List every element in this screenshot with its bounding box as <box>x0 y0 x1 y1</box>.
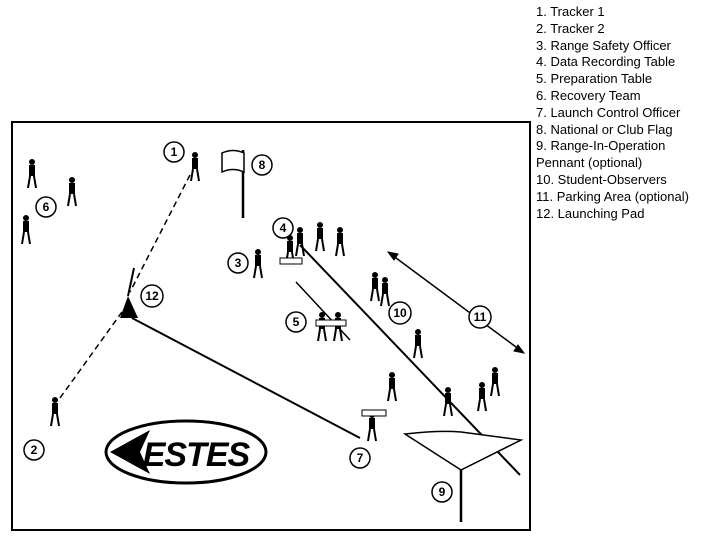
marker-2: 2 <box>23 439 45 461</box>
person-figure <box>380 277 390 307</box>
diagram-frame <box>11 121 531 531</box>
svg-text:ESTES: ESTES <box>143 436 251 474</box>
parking-area-arrow <box>386 251 526 354</box>
marker-label: 6 <box>43 200 50 214</box>
marker-11: 11 <box>468 305 492 329</box>
legend-item: 6. Recovery Team <box>536 87 641 103</box>
legend-item: 4. Data Recording Table <box>536 54 676 70</box>
person-figure <box>21 215 31 245</box>
table <box>361 409 387 417</box>
legend-item: 7. Launch Control Officer <box>536 104 681 120</box>
marker-label: 9 <box>439 485 446 499</box>
marker-4: 4 <box>272 217 294 239</box>
person-figure <box>190 152 200 182</box>
person-figure <box>295 227 305 257</box>
marker-label: 3 <box>235 256 242 270</box>
marker-1: 1 <box>163 141 185 163</box>
marker-label: 1 <box>171 145 178 159</box>
legend-item: 3. Range Safety Officer <box>536 37 671 53</box>
person-figure <box>443 387 453 417</box>
marker-label: 8 <box>259 158 266 172</box>
legend-item: 8. National or Club Flag <box>536 121 673 137</box>
marker-9: 9 <box>431 481 453 503</box>
legend-item: Pennant (optional) <box>536 155 643 171</box>
estes-logo: ESTES <box>104 419 268 485</box>
marker-7: 7 <box>349 447 371 469</box>
marker-label: 4 <box>280 221 287 235</box>
person-figure <box>387 372 397 402</box>
marker-label: 2 <box>31 443 38 457</box>
person-figure <box>50 397 60 427</box>
person-figure <box>490 367 500 397</box>
marker-label: 10 <box>393 306 407 320</box>
table <box>315 319 347 327</box>
legend-item: 10. Student-Observers <box>536 171 667 187</box>
people-figures <box>21 152 500 442</box>
person-figure <box>413 329 423 359</box>
legend-item: 9. Range-In-Operation <box>536 138 666 154</box>
marker-label: 5 <box>293 315 300 329</box>
person-figure <box>67 177 77 207</box>
club-flag <box>221 149 245 218</box>
legend-item: 1. Tracker 1 <box>536 4 605 19</box>
marker-6: 6 <box>35 196 57 218</box>
range-pennant <box>402 430 524 522</box>
marker-12: 12 <box>140 284 164 308</box>
legend: 1. Tracker 1 2. Tracker 2 3. Range Safety … <box>536 4 689 222</box>
marker-label: 12 <box>145 289 159 303</box>
legend-item: 5. Preparation Table <box>536 71 653 87</box>
table <box>279 257 303 265</box>
person-figure <box>253 249 263 279</box>
person-figure <box>335 227 345 257</box>
marker-3: 3 <box>227 252 249 274</box>
marker-5: 5 <box>285 311 307 333</box>
launch-pad <box>120 267 138 318</box>
person-figure <box>27 159 37 189</box>
marker-label: 7 <box>357 451 364 465</box>
marker-8: 8 <box>251 154 273 176</box>
marker-label: 11 <box>474 310 487 324</box>
legend-item: 11. Parking Area (optional) <box>536 188 689 204</box>
person-figure <box>477 382 487 412</box>
person-figure <box>370 272 380 302</box>
legend-item: 2. Tracker 2 <box>536 20 605 36</box>
legend-item: 12. Launching Pad <box>536 205 645 221</box>
marker-10: 10 <box>388 301 412 325</box>
person-figure <box>315 222 325 252</box>
